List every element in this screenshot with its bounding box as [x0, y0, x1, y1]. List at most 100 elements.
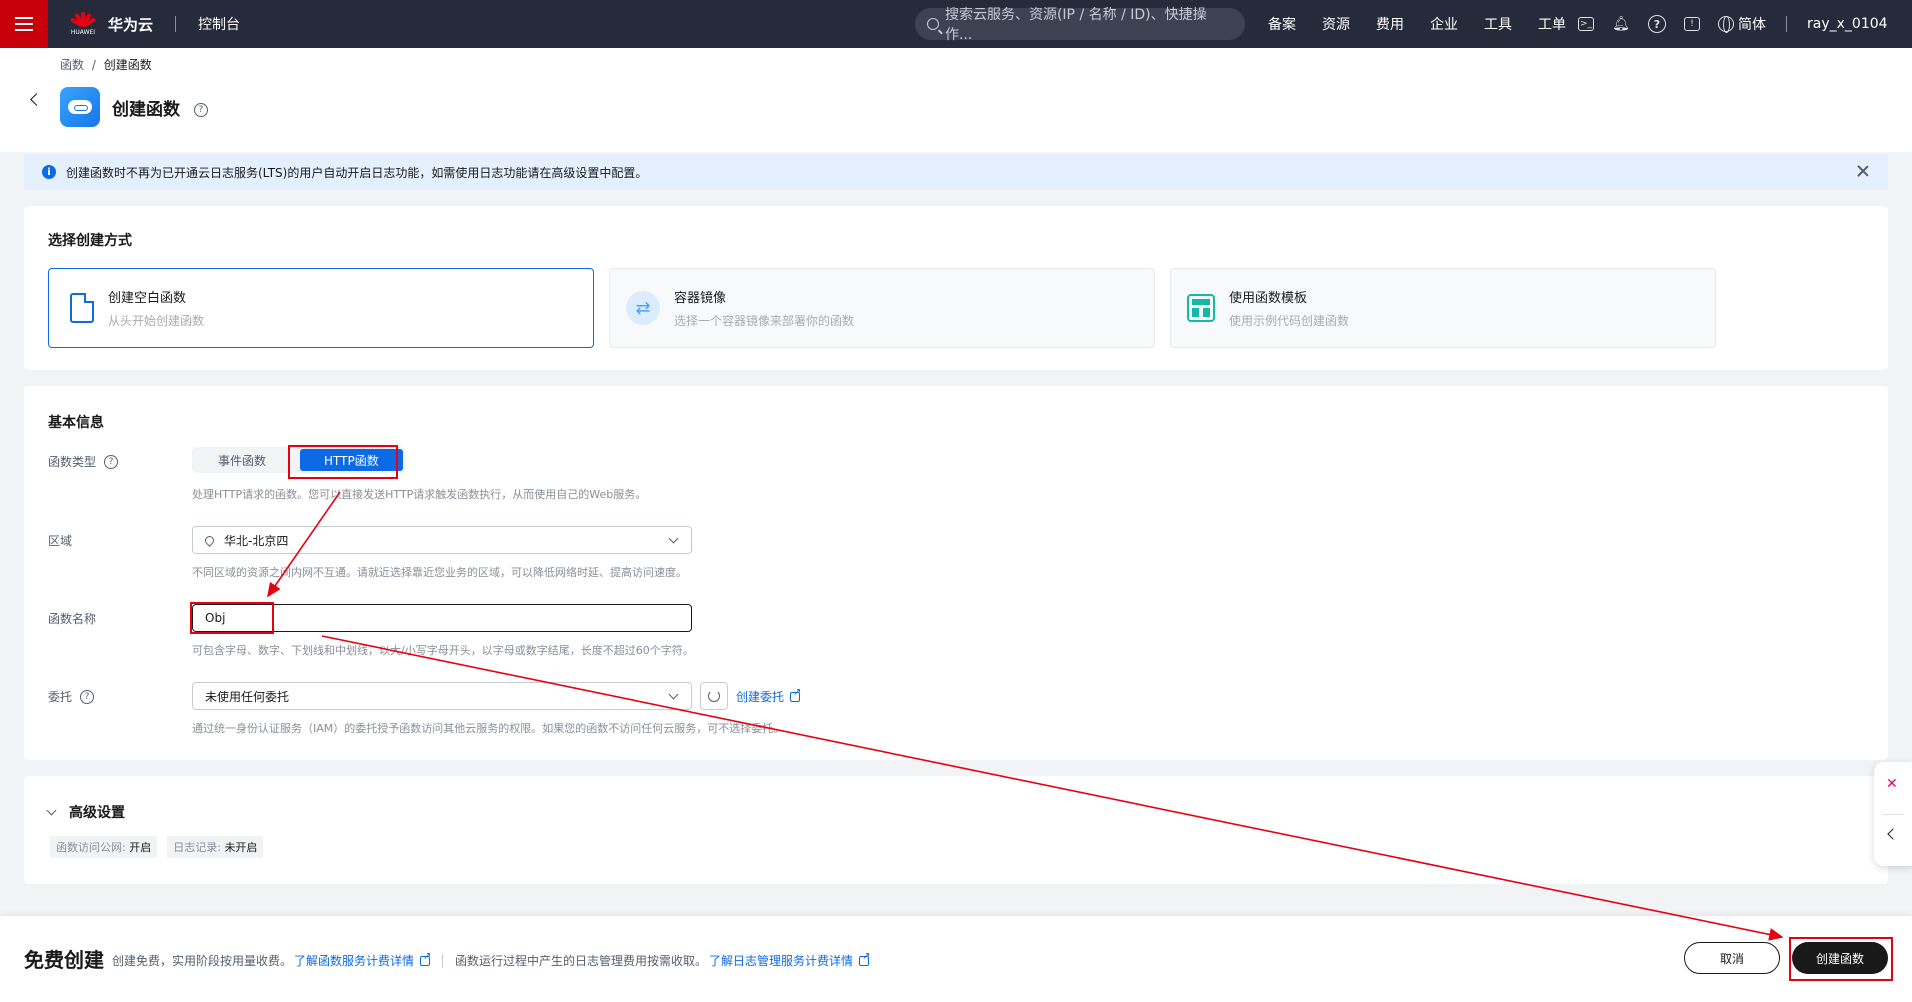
global-search-input[interactable]: 搜索云服务、资源(IP / 名称 / ID)、快捷操作...	[915, 7, 1245, 43]
advanced-settings-toggle[interactable]: 高级设置	[46, 802, 125, 822]
terminal-icon[interactable]: >_	[1578, 17, 1594, 31]
divider	[1786, 16, 1787, 32]
label-text: 区域	[48, 534, 73, 548]
help-icon[interactable]: ?	[80, 689, 95, 704]
annotation-box-create	[1789, 937, 1893, 981]
label-text: 函数类型	[48, 455, 97, 469]
log-pricing-link[interactable]: 了解日志管理服务计费详情	[709, 952, 853, 969]
language-switch[interactable]: 简体	[1718, 14, 1766, 34]
user-account[interactable]: ray_x_0104	[1807, 16, 1888, 32]
nav-tickets[interactable]: 工单	[1538, 14, 1566, 34]
brand-name: 华为云	[108, 15, 154, 34]
chevron-down-icon	[668, 533, 679, 544]
search-icon	[927, 18, 939, 30]
nav-enterprise[interactable]: 企业	[1430, 14, 1458, 34]
footer-bar: 免费创建 创建免费，实用阶段按用量收费。 了解函数服务计费详情 函数运行过程中产…	[0, 916, 1912, 1002]
footer-text-1: 创建免费，实用阶段按用量收费。	[112, 954, 293, 968]
breadcrumb-separator: /	[91, 58, 96, 72]
function-name-hint: 可包含字母、数字、下划线和中划线，以大/小写字母开头，以字母或数字结尾，长度不超…	[192, 644, 694, 657]
method-function-template[interactable]: 使用函数模板 使用示例代码创建函数	[1170, 268, 1716, 348]
method-title: 创建空白函数	[108, 291, 187, 306]
divider	[1882, 814, 1904, 815]
nav-beian[interactable]: 备案	[1268, 14, 1296, 34]
method-title: 使用函数模板	[1229, 291, 1308, 306]
external-link-icon	[859, 951, 870, 966]
annotation-box-name	[190, 602, 274, 634]
advanced-title: 高级设置	[69, 805, 125, 821]
back-arrow-icon[interactable]	[28, 92, 44, 108]
method-section-title: 选择创建方式	[48, 233, 132, 249]
language-label: 简体	[1738, 17, 1766, 33]
top-bar: HUAWEI 华为云 控制台 搜索云服务、资源(IP / 名称 / ID)、快捷…	[0, 0, 1912, 48]
method-subtitle: 从头开始创建函数	[108, 314, 205, 328]
breadcrumb-current: 创建函数	[103, 58, 152, 72]
nav-billing[interactable]: 费用	[1376, 14, 1404, 34]
close-icon[interactable]	[1856, 164, 1870, 178]
external-link-icon	[790, 687, 801, 702]
divider	[175, 16, 177, 32]
basic-section-title: 基本信息	[48, 415, 104, 431]
blank-file-icon	[70, 293, 94, 323]
banner-text: 创建函数时不再为已开通云日志服务(LTS)的用户自动开启日志功能，如需使用日志功…	[66, 165, 648, 180]
help-icon[interactable]: ?	[1648, 15, 1666, 33]
nav-resources[interactable]: 资源	[1322, 14, 1350, 34]
feedback-icon[interactable]: !	[1684, 17, 1700, 31]
info-banner: i 创建函数时不再为已开通云日志服务(LTS)的用户自动开启日志功能，如需使用日…	[24, 154, 1888, 190]
region-hint: 不同区域的资源之间内网不互通。请就近选择靠近您业务的区域，可以降低网络时延、提高…	[192, 566, 687, 579]
method-container-image[interactable]: ⇄ 容器镜像 选择一个容器镜像来部署你的函数	[609, 268, 1155, 348]
label-text: 委托	[48, 690, 73, 704]
logo-subtext: HUAWEI	[70, 29, 96, 36]
footer-text: 创建免费，实用阶段按用量收费。 了解函数服务计费详情 函数运行过程中产生的日志管…	[112, 951, 870, 969]
info-icon: i	[42, 165, 56, 179]
agency-select[interactable]: 未使用任何委托	[192, 682, 692, 710]
function-name-label: 函数名称	[48, 610, 96, 627]
chevron-down-icon	[46, 805, 57, 815]
function-type-label: 函数类型 ?	[48, 453, 119, 470]
cancel-button[interactable]: 取消	[1684, 942, 1780, 974]
region-value: 华北-北京四	[224, 533, 289, 548]
tag-public-access: 函数访问公网: 开启	[50, 836, 158, 858]
function-type-hint: 处理HTTP请求的函数。您可以直接发送HTTP请求触发函数执行，从而使用自己的W…	[192, 488, 647, 501]
help-icon[interactable]: ?	[104, 454, 119, 469]
page-title: 创建函数	[112, 100, 180, 120]
create-agency-text: 创建委托	[736, 690, 785, 704]
method-blank-function[interactable]: 创建空白函数 从头开始创建函数	[48, 268, 594, 348]
create-agency-link[interactable]: 创建委托	[736, 687, 801, 705]
page-header: 函数 / 创建函数 创建函数 ?	[0, 48, 1912, 152]
tag-logging: 日志记录: 未开启	[167, 836, 264, 858]
region-select[interactable]: 华北-北京四	[192, 526, 692, 554]
external-link-icon	[420, 951, 431, 966]
console-link[interactable]: 控制台	[198, 14, 240, 34]
footer-title: 免费创建	[24, 948, 104, 972]
help-icon[interactable]: ?	[193, 103, 208, 117]
method-title: 容器镜像	[674, 291, 727, 306]
nav-tools[interactable]: 工具	[1484, 14, 1512, 34]
type-event-function[interactable]: 事件函数	[194, 449, 290, 471]
agency-value: 未使用任何委托	[205, 689, 290, 704]
footer-text-2: 函数运行过程中产生的日志管理费用按需收取。	[455, 954, 708, 968]
page-title-wrap: 创建函数 ?	[112, 95, 208, 120]
chevron-left-icon[interactable]	[1887, 828, 1899, 840]
search-placeholder: 搜索云服务、资源(IP / 名称 / ID)、快捷操作...	[944, 7, 1207, 43]
breadcrumb: 函数 / 创建函数	[60, 56, 152, 73]
annotation-box-http	[288, 445, 398, 479]
method-subtitle: 使用示例代码创建函数	[1229, 314, 1350, 328]
advanced-tags: 函数访问公网: 开启 日志记录: 未开启	[50, 836, 273, 858]
container-image-icon: ⇄	[626, 291, 660, 325]
huawei-logo[interactable]: HUAWEI 华为云	[68, 10, 153, 38]
top-nav: 备案 资源 费用 企业 工具 工单	[1268, 0, 1592, 48]
breadcrumb-parent[interactable]: 函数	[60, 58, 84, 72]
top-icons: >_ 🔔︎ ? ! 简体 ray_x_0104	[1578, 0, 1888, 48]
basic-info-card: 基本信息 函数类型 ? 事件函数 HTTP函数 处理HTTP请求的函数。您可以直…	[24, 386, 1888, 760]
region-label: 区域	[48, 532, 72, 549]
agency-label: 委托 ?	[48, 688, 95, 705]
refresh-icon[interactable]	[700, 682, 728, 710]
label-text: 函数名称	[48, 612, 97, 626]
pricing-link[interactable]: 了解函数服务计费详情	[294, 952, 414, 969]
template-icon	[1187, 294, 1215, 322]
globe-icon	[1718, 16, 1734, 33]
menu-icon[interactable]	[0, 0, 48, 48]
bell-icon[interactable]: 🔔︎	[1612, 15, 1630, 33]
method-subtitle: 选择一个容器镜像来部署你的函数	[674, 314, 855, 328]
assistant-icon[interactable]: ✕	[1886, 776, 1900, 792]
